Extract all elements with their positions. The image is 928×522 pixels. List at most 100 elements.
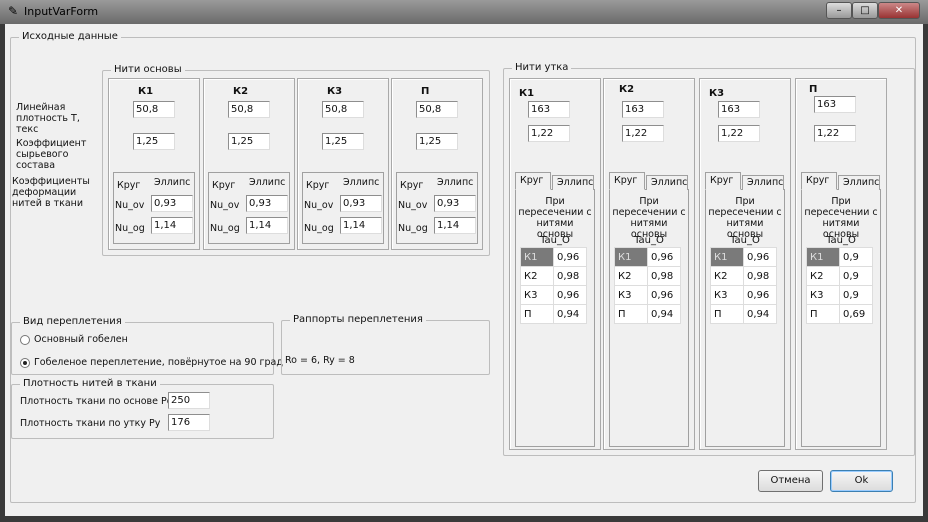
tau-row[interactable]: К2 0,98 xyxy=(710,266,777,286)
warp-coef-input[interactable]: 1,25 xyxy=(228,133,270,150)
warp-coef-input[interactable]: 1,25 xyxy=(322,133,364,150)
tau-row[interactable]: П 0,94 xyxy=(520,304,587,324)
tau-row[interactable]: К1 0,96 xyxy=(614,247,681,267)
weft-coef-input[interactable]: 1,22 xyxy=(718,125,760,142)
tau-row-name[interactable]: К2 xyxy=(614,266,648,286)
tab-ellipse[interactable]: Эллипс xyxy=(742,175,784,190)
tau-value[interactable]: 0,9 xyxy=(839,247,873,267)
warp-coef-input[interactable]: 1,25 xyxy=(133,133,175,150)
minimize-button[interactable]: – xyxy=(826,2,852,19)
tau-value[interactable]: 0,96 xyxy=(743,247,777,267)
tau-row[interactable]: П 0,94 xyxy=(614,304,681,324)
nu-ov-input[interactable]: 0,93 xyxy=(246,195,288,212)
nu-og-input[interactable]: 1,14 xyxy=(246,217,288,234)
tau-row[interactable]: К1 0,9 xyxy=(806,247,873,267)
tau-row-name[interactable]: К2 xyxy=(710,266,744,286)
tau-value[interactable]: 0,98 xyxy=(647,266,681,286)
weft-density-input[interactable]: 163 xyxy=(718,101,760,118)
tab-circle[interactable]: Круг xyxy=(515,172,551,190)
tau-row[interactable]: К3 0,96 xyxy=(520,285,587,305)
weft-coef-input[interactable]: 1,22 xyxy=(528,125,570,142)
maximize-button[interactable]: □ xyxy=(852,2,878,19)
tau-row-name[interactable]: К2 xyxy=(520,266,554,286)
tau-row[interactable]: П 0,69 xyxy=(806,304,873,324)
close-button[interactable]: ✕ xyxy=(878,2,920,19)
weft-density-input[interactable]: 163 xyxy=(814,96,856,113)
tab-circle[interactable]: Круг xyxy=(705,172,741,190)
tau-row-name[interactable]: П xyxy=(520,304,554,324)
tab-circle[interactable]: Круг xyxy=(801,172,837,190)
tau-row[interactable]: К3 0,96 xyxy=(710,285,777,305)
tab-ellipse[interactable]: Эллипс xyxy=(249,177,285,188)
tab-ellipse[interactable]: Эллипс xyxy=(154,177,190,188)
tau-value[interactable]: 0,94 xyxy=(553,304,587,324)
tab-ellipse[interactable]: Эллипс xyxy=(343,177,379,188)
tau-value[interactable]: 0,98 xyxy=(743,266,777,286)
tab-ellipse[interactable]: Эллипс xyxy=(646,175,688,190)
warp-coef-input[interactable]: 1,25 xyxy=(416,133,458,150)
tab-ellipse[interactable]: Эллипс xyxy=(437,177,473,188)
tab-circle[interactable]: Круг xyxy=(212,180,235,191)
nu-ov-input[interactable]: 0,93 xyxy=(434,195,476,212)
nu-og-input[interactable]: 1,14 xyxy=(434,217,476,234)
nu-ov-input[interactable]: 0,93 xyxy=(151,195,193,212)
tau-row-name[interactable]: К1 xyxy=(614,247,648,267)
tau-row[interactable]: К1 0,96 xyxy=(520,247,587,267)
tau-row[interactable]: К3 0,9 xyxy=(806,285,873,305)
tau-row-name[interactable]: К1 xyxy=(806,247,840,267)
tab-circle[interactable]: Круг xyxy=(400,180,423,191)
warp-density-input[interactable]: 50,8 xyxy=(228,101,270,118)
tau-value[interactable]: 0,96 xyxy=(743,285,777,305)
tab-circle[interactable]: Круг xyxy=(306,180,329,191)
nu-og-input[interactable]: 1,14 xyxy=(151,217,193,234)
weft-density-input[interactable]: 163 xyxy=(528,101,570,118)
density-label: Линейная плотность Т, текс xyxy=(16,102,80,135)
tau-row[interactable]: К2 0,9 xyxy=(806,266,873,286)
tab-ellipse[interactable]: Эллипс xyxy=(552,175,594,190)
tau-row[interactable]: К3 0,96 xyxy=(614,285,681,305)
tau-row[interactable]: К2 0,98 xyxy=(520,266,587,286)
radio-icon[interactable] xyxy=(20,334,30,345)
tau-row-name[interactable]: П xyxy=(614,304,648,324)
tau-value[interactable]: 0,96 xyxy=(647,247,681,267)
tau-value[interactable]: 0,96 xyxy=(647,285,681,305)
tau-value[interactable]: 0,96 xyxy=(553,285,587,305)
tab-circle[interactable]: Круг xyxy=(117,180,140,191)
tab-ellipse[interactable]: Эллипс xyxy=(838,175,880,190)
tau-row-name[interactable]: П xyxy=(806,304,840,324)
nu-og-input[interactable]: 1,14 xyxy=(340,217,382,234)
warp-density-input[interactable]: 50,8 xyxy=(322,101,364,118)
tau-row-name[interactable]: К3 xyxy=(614,285,648,305)
tau-value[interactable]: 0,96 xyxy=(553,247,587,267)
nu-ov-input[interactable]: 0,93 xyxy=(340,195,382,212)
warp-density-input[interactable]: 50,8 xyxy=(133,101,175,118)
tau-row[interactable]: К2 0,98 xyxy=(614,266,681,286)
weave-option-1[interactable]: Гобеленое переплетение, повёрнутое на 90… xyxy=(20,357,283,368)
weave-option-0[interactable]: Основный гобелен xyxy=(20,334,128,345)
tau-row[interactable]: К1 0,96 xyxy=(710,247,777,267)
weft-density-input[interactable]: 176 xyxy=(168,414,210,431)
weft-density-input[interactable]: 163 xyxy=(622,101,664,118)
tau-row-name[interactable]: К2 xyxy=(806,266,840,286)
tau-value[interactable]: 0,9 xyxy=(839,285,873,305)
ok-button[interactable]: Ok xyxy=(830,470,893,492)
cancel-button[interactable]: Отмена xyxy=(758,470,823,492)
tau-row-name[interactable]: К3 xyxy=(520,285,554,305)
tau-value[interactable]: 0,98 xyxy=(553,266,587,286)
weft-coef-input[interactable]: 1,22 xyxy=(814,125,856,142)
tau-value[interactable]: 0,94 xyxy=(647,304,681,324)
tab-circle[interactable]: Круг xyxy=(609,172,645,190)
tau-value[interactable]: 0,94 xyxy=(743,304,777,324)
radio-selected-icon[interactable] xyxy=(20,357,30,368)
tau-row-name[interactable]: К1 xyxy=(710,247,744,267)
warp-density-input[interactable]: 50,8 xyxy=(416,101,458,118)
tau-row-name[interactable]: П xyxy=(710,304,744,324)
tau-value[interactable]: 0,69 xyxy=(839,304,873,324)
tau-value[interactable]: 0,9 xyxy=(839,266,873,286)
tau-row-name[interactable]: К1 xyxy=(520,247,554,267)
weft-coef-input[interactable]: 1,22 xyxy=(622,125,664,142)
tau-row[interactable]: П 0,94 xyxy=(710,304,777,324)
tau-row-name[interactable]: К3 xyxy=(806,285,840,305)
warp-density-input[interactable]: 250 xyxy=(168,392,210,409)
tau-row-name[interactable]: К3 xyxy=(710,285,744,305)
